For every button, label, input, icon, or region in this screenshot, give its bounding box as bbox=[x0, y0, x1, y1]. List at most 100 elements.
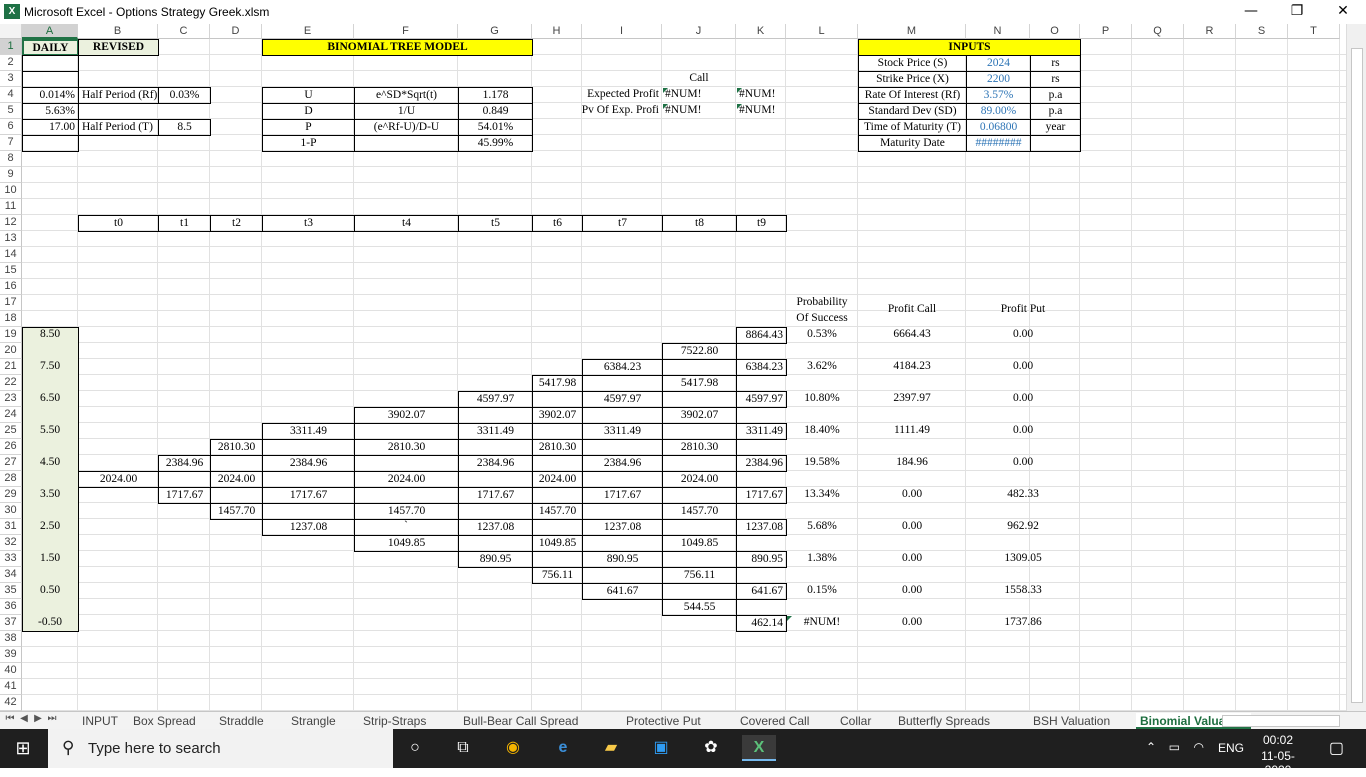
row-header-2[interactable]: 2 bbox=[0, 55, 22, 71]
profit-put-value[interactable]: 1558.33 bbox=[966, 583, 1080, 599]
time-step-header[interactable]: t3 bbox=[262, 215, 355, 232]
row-header-12[interactable]: 12 bbox=[0, 215, 22, 231]
row-header-28[interactable]: 28 bbox=[0, 471, 22, 487]
column-header-c[interactable]: C bbox=[158, 24, 210, 39]
side-value[interactable]: -0.50 bbox=[22, 615, 78, 631]
profit-put-value[interactable]: 0.00 bbox=[966, 455, 1080, 471]
column-header-p[interactable]: P bbox=[1080, 24, 1132, 39]
select-all-corner[interactable] bbox=[0, 24, 22, 39]
sheet-tab-strip-straps[interactable]: Strip-Straps bbox=[359, 713, 430, 729]
row-header-42[interactable]: 42 bbox=[0, 695, 22, 711]
column-header-d[interactable]: D bbox=[210, 24, 262, 39]
probability-value[interactable]: #NUM! bbox=[786, 615, 858, 631]
column-header-l[interactable]: L bbox=[786, 24, 858, 39]
restore-button[interactable]: ❐ bbox=[1274, 0, 1320, 24]
profit-call-header[interactable]: Profit Call bbox=[858, 295, 966, 327]
tree-node[interactable]: 544.55 bbox=[662, 599, 737, 616]
row-header-32[interactable]: 32 bbox=[0, 535, 22, 551]
param-formula[interactable]: 1/U bbox=[354, 103, 459, 120]
row-header-7[interactable]: 7 bbox=[0, 135, 22, 151]
sheet-tab-bsh-valuation[interactable]: BSH Valuation bbox=[1029, 713, 1114, 729]
side-value[interactable]: 6.50 bbox=[22, 391, 78, 407]
tree-node[interactable]: 2810.30 bbox=[662, 439, 737, 456]
tree-node[interactable]: 2024.00 bbox=[532, 471, 583, 488]
tree-node[interactable]: 6384.23 bbox=[736, 359, 787, 376]
tree-node[interactable]: 1717.67 bbox=[458, 487, 533, 504]
tree-node[interactable]: 1049.85 bbox=[662, 535, 737, 552]
input-value[interactable]: ######## bbox=[966, 135, 1031, 152]
profit-put-value[interactable]: 0.00 bbox=[966, 423, 1080, 439]
input-label[interactable]: Strike Price (X) bbox=[858, 71, 967, 88]
input-value[interactable]: 2200 bbox=[966, 71, 1031, 88]
param-value[interactable]: 0.849 bbox=[458, 103, 533, 120]
tree-node[interactable]: 3902.07 bbox=[662, 407, 737, 424]
tree-node[interactable]: 1717.67 bbox=[736, 487, 787, 504]
sheet-tab-protective-put[interactable]: Protective Put bbox=[622, 713, 705, 729]
row-header-4[interactable]: 4 bbox=[0, 87, 22, 103]
minimize-button[interactable]: — bbox=[1228, 0, 1274, 24]
row-header-37[interactable]: 37 bbox=[0, 615, 22, 631]
expected-put[interactable]: #NUM! bbox=[736, 87, 786, 103]
scroll-thumb[interactable] bbox=[1351, 48, 1363, 703]
profit-put-value[interactable]: 1309.05 bbox=[966, 551, 1080, 567]
param-formula[interactable] bbox=[354, 135, 459, 152]
taskbar-search[interactable]: ⚲ Type here to search bbox=[48, 729, 393, 768]
time-step-header[interactable]: t9 bbox=[736, 215, 787, 232]
probability-value[interactable]: 10.80% bbox=[786, 391, 858, 407]
row-header-40[interactable]: 40 bbox=[0, 663, 22, 679]
profit-call-value[interactable]: 2397.97 bbox=[858, 391, 966, 407]
profit-put-value[interactable]: 482.33 bbox=[966, 487, 1080, 503]
side-value[interactable]: 0.50 bbox=[22, 583, 78, 599]
tree-node[interactable]: 3311.49 bbox=[582, 423, 663, 440]
tree-node[interactable]: 462.14 bbox=[736, 615, 787, 632]
tree-node[interactable]: 2024.00 bbox=[210, 471, 263, 488]
param-name[interactable]: P bbox=[262, 119, 355, 136]
input-unit[interactable]: rs bbox=[1030, 55, 1081, 72]
input-unit[interactable]: year bbox=[1030, 119, 1081, 136]
column-header-m[interactable]: M bbox=[858, 24, 966, 39]
column-header-o[interactable]: O bbox=[1030, 24, 1080, 39]
input-value[interactable]: 3.57% bbox=[966, 87, 1031, 104]
input-label[interactable]: Maturity Date bbox=[858, 135, 967, 152]
network-icon[interactable]: ▭ bbox=[1169, 740, 1180, 754]
tree-node[interactable]: 1457.70 bbox=[662, 503, 737, 520]
tree-node[interactable]: 2810.30 bbox=[354, 439, 459, 456]
probability-value[interactable]: 13.34% bbox=[786, 487, 858, 503]
expected-call[interactable]: #NUM! bbox=[662, 87, 736, 103]
row-header-13[interactable]: 13 bbox=[0, 231, 22, 247]
worksheet-grid[interactable]: DAILY REVISED BINOMIAL TREE MODEL INPUTS 0.0… bbox=[22, 39, 1346, 711]
tree-node[interactable]: 2024.00 bbox=[354, 471, 459, 488]
tree-node[interactable]: 890.95 bbox=[736, 551, 787, 568]
tree-node[interactable]: 1049.85 bbox=[532, 535, 583, 552]
tree-node[interactable]: 1457.70 bbox=[532, 503, 583, 520]
tree-node[interactable]: 2384.96 bbox=[458, 455, 533, 472]
row-header-9[interactable]: 9 bbox=[0, 167, 22, 183]
tree-node[interactable]: 2384.96 bbox=[262, 455, 355, 472]
tree-node[interactable]: 3311.49 bbox=[736, 423, 787, 440]
time-step-header[interactable]: t2 bbox=[210, 215, 263, 232]
column-header-j[interactable]: J bbox=[662, 24, 736, 39]
probability-value[interactable]: 3.62% bbox=[786, 359, 858, 375]
input-label[interactable]: Rate Of Interest (Rf) bbox=[858, 87, 967, 104]
row-header-15[interactable]: 15 bbox=[0, 263, 22, 279]
tree-node[interactable]: 2384.96 bbox=[582, 455, 663, 472]
windows-start-icon[interactable]: ⊞ bbox=[10, 735, 36, 761]
tree-node[interactable]: 641.67 bbox=[582, 583, 663, 600]
row-header-33[interactable]: 33 bbox=[0, 551, 22, 567]
param-name[interactable]: U bbox=[262, 87, 355, 104]
tree-node[interactable]: 3902.07 bbox=[354, 407, 459, 424]
column-header-t[interactable]: T bbox=[1288, 24, 1340, 39]
column-header-r[interactable]: R bbox=[1184, 24, 1236, 39]
profit-call-value[interactable]: 4184.23 bbox=[858, 359, 966, 375]
column-header-k[interactable]: K bbox=[736, 24, 786, 39]
profit-call-value[interactable]: 0.00 bbox=[858, 519, 966, 535]
tree-node[interactable]: 1237.08 bbox=[262, 519, 355, 536]
side-value[interactable]: 1.50 bbox=[22, 551, 78, 567]
time-step-header[interactable]: t6 bbox=[532, 215, 583, 232]
row-header-1[interactable]: 1 bbox=[0, 39, 22, 55]
daily-cell[interactable] bbox=[22, 71, 79, 88]
side-value[interactable]: 4.50 bbox=[22, 455, 78, 471]
tree-node[interactable]: 3311.49 bbox=[262, 423, 355, 440]
param-value[interactable]: 45.99% bbox=[458, 135, 533, 152]
time-step-header[interactable]: t8 bbox=[662, 215, 737, 232]
